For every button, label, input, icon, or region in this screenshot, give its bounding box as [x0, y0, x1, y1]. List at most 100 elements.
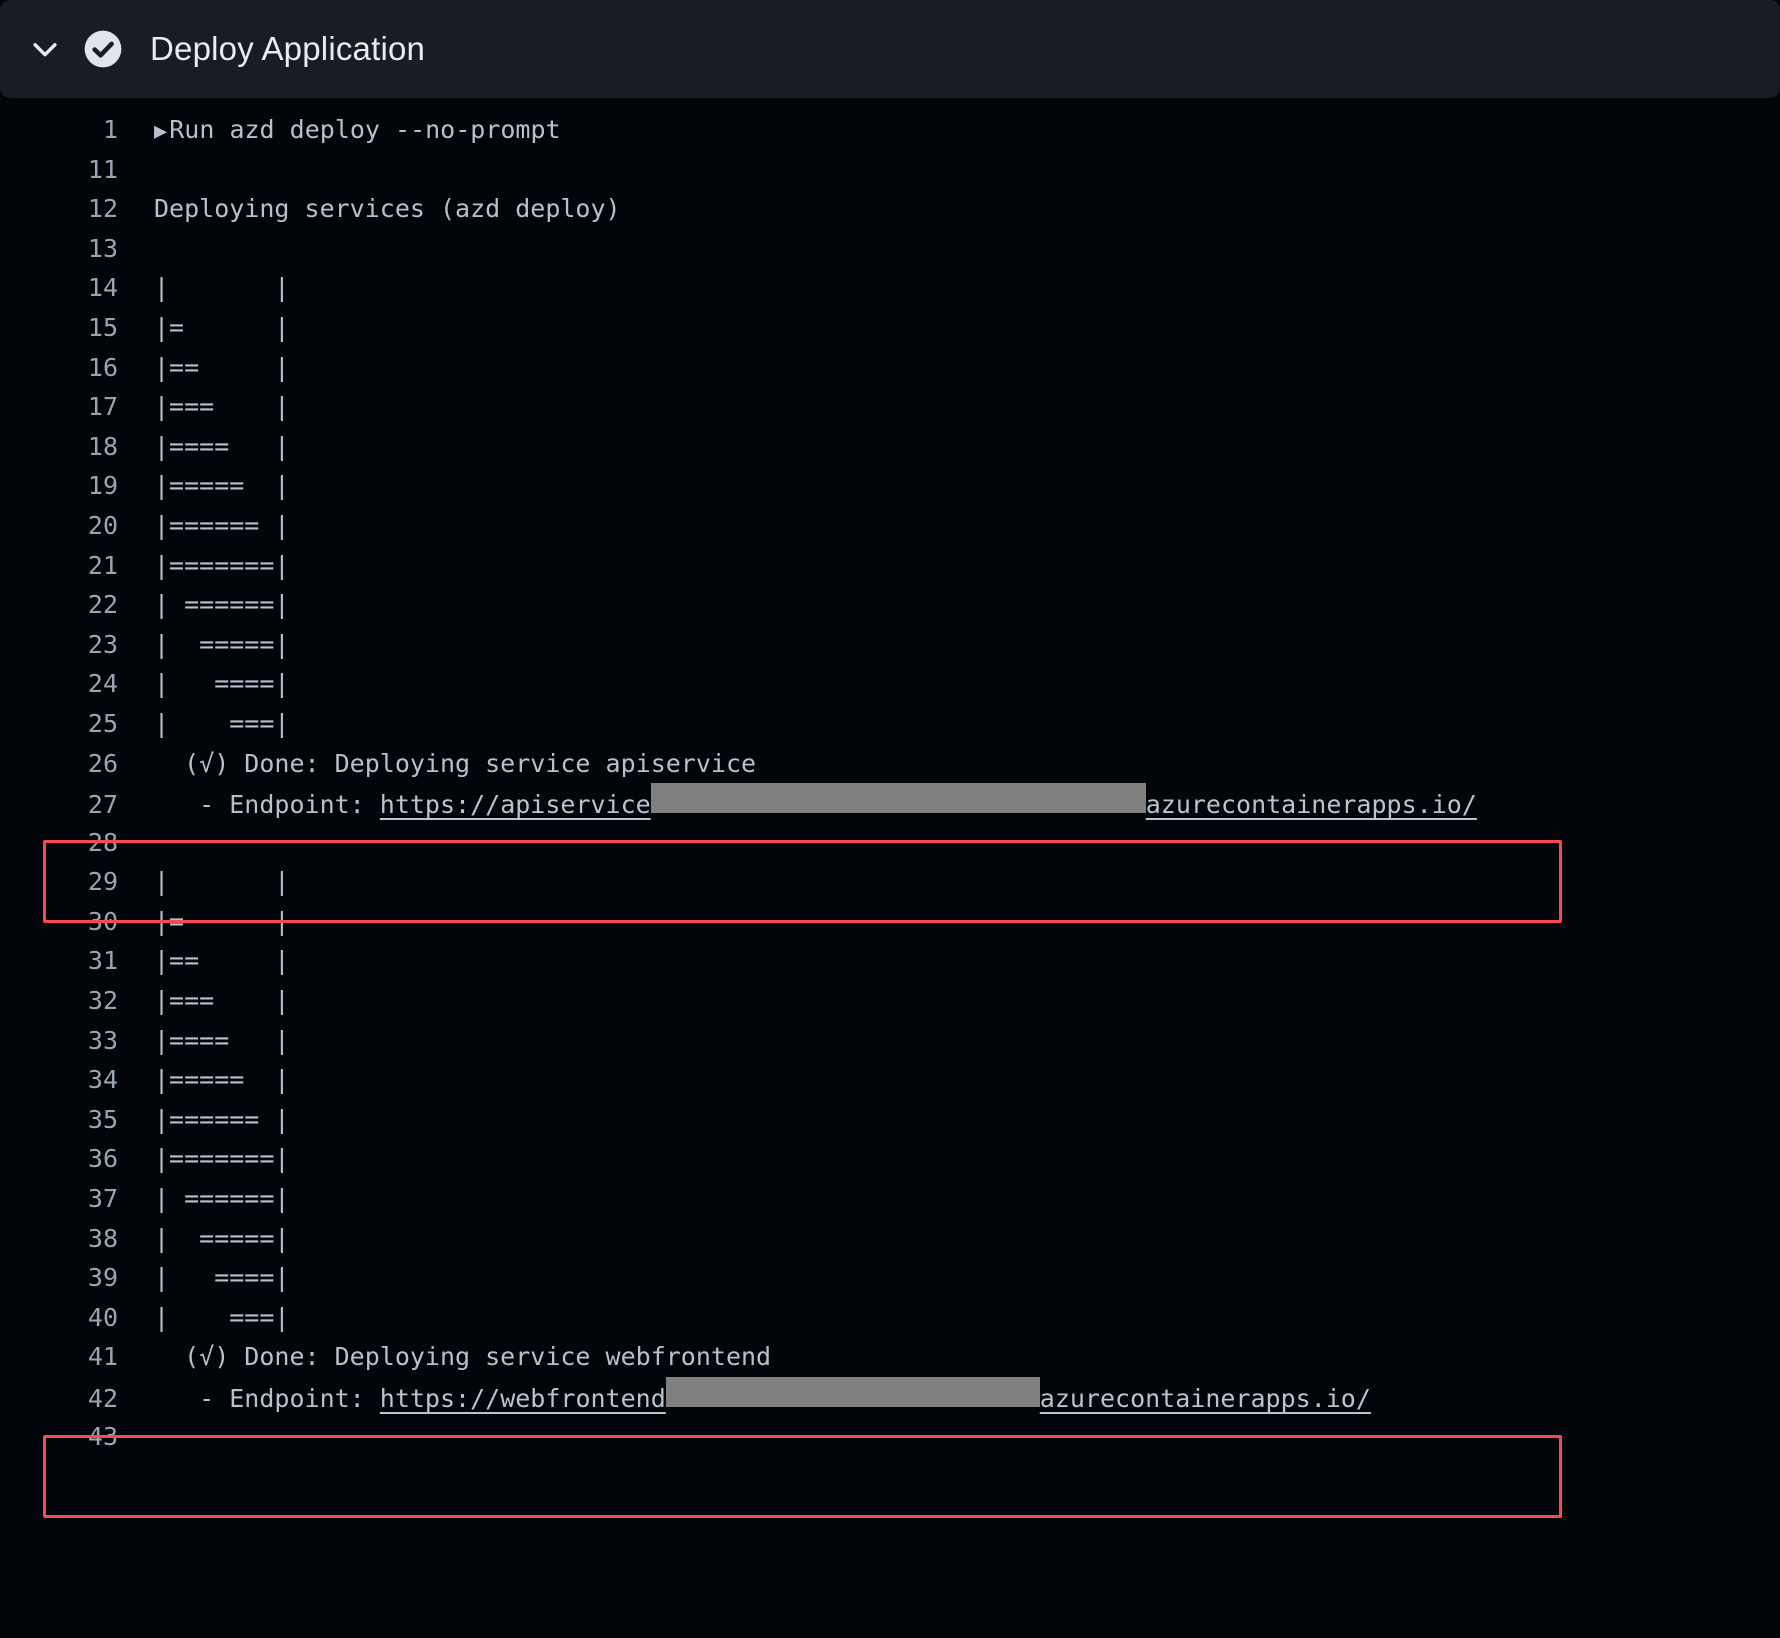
line-number: 14 [87, 273, 118, 303]
deploy-application-header[interactable]: Deploy Application [0, 0, 1780, 98]
log-line: 29 | | [0, 862, 1780, 902]
log-line: 30 |= | [0, 902, 1780, 942]
endpoint-url-tail[interactable]: azurecontainerapps.io/ [1146, 785, 1477, 825]
log-line-content: |== | [154, 946, 290, 976]
log-line: 20 |====== | [0, 506, 1780, 546]
log-line-content: |===== | [154, 1065, 290, 1095]
log-line: 28 [0, 823, 1780, 863]
line-number: 37 [87, 1184, 118, 1214]
log-line: 16 |== | [0, 348, 1780, 388]
log-line-content: |==== | [154, 431, 290, 461]
line-number: 33 [87, 1025, 118, 1055]
log-line-content: |==== | [154, 1025, 290, 1055]
redaction-bar [665, 1377, 1040, 1407]
log-line: 32 |=== | [0, 981, 1780, 1021]
line-number: 31 [87, 946, 118, 976]
log-line: 42 - Endpoint: https://webfrontend azurec… [0, 1377, 1780, 1417]
line-number: 41 [87, 1342, 118, 1372]
log-line: 34 |===== | [0, 1060, 1780, 1100]
line-number: 28 [87, 827, 118, 857]
log-line: 35 |====== | [0, 1100, 1780, 1140]
chevron-down-icon[interactable] [28, 32, 62, 66]
line-number: 16 [87, 352, 118, 382]
redaction-bar [650, 783, 1146, 814]
log-line-content: |====== | [154, 1104, 290, 1134]
line-number: 40 [87, 1302, 118, 1332]
deploy-log-output[interactable]: 1 ▶ Run azd deploy --no-prompt 11 12 Deployin… [0, 98, 1780, 1518]
line-number: 15 [87, 312, 118, 342]
line-number: 42 [87, 1384, 118, 1413]
log-line: 33 |==== | [0, 1021, 1780, 1061]
line-number: 11 [87, 154, 118, 184]
log-line: 1 ▶ Run azd deploy --no-prompt [0, 110, 1780, 150]
log-line: 24 | ====| [0, 664, 1780, 704]
log-line-content: - Endpoint: https://apiservice azureconta… [118, 783, 1477, 825]
log-line: 12 Deploying services (azd deploy) [0, 189, 1780, 229]
line-number: 34 [87, 1065, 118, 1095]
line-number: 26 [87, 748, 118, 778]
line-number: 27 [87, 790, 118, 820]
log-line-content: |== | [154, 352, 290, 382]
log-line-content: | ======| [154, 1184, 290, 1214]
log-line: 43 [0, 1417, 1780, 1457]
line-number: 24 [87, 669, 118, 699]
log-line-content: | ======| [154, 590, 290, 620]
log-line-content: | ===| [154, 708, 290, 738]
line-number: 21 [87, 550, 118, 580]
log-line-content: ▶ Run azd deploy --no-prompt [118, 110, 561, 152]
endpoint-url-head[interactable]: https://webfrontend [380, 1379, 666, 1419]
log-line: 27 - Endpoint: https://apiservice azureco… [0, 783, 1780, 823]
log-line: 22 | ======| [0, 585, 1780, 625]
line-number: 19 [87, 471, 118, 501]
log-line-content: | ===| [154, 1302, 290, 1332]
log-line: 25 | ===| [0, 704, 1780, 744]
log-line: 36 |=======| [0, 1139, 1780, 1179]
log-line: 11 [0, 150, 1780, 190]
line-number: 13 [87, 233, 118, 263]
log-line-content: - Endpoint: https://webfrontend azurecont… [118, 1377, 1371, 1419]
log-line: 15 |= | [0, 308, 1780, 348]
log-line-content: (√) Done: Deploying service apiservice [154, 748, 757, 778]
log-line: 39 | ====| [0, 1258, 1780, 1298]
log-line: 21 |=======| [0, 546, 1780, 586]
log-line-content: |=== | [154, 392, 290, 422]
endpoint-url-head[interactable]: https://apiservice [380, 785, 651, 825]
page-title: Deploy Application [150, 30, 426, 67]
log-line-content: |=======| [154, 1144, 290, 1174]
log-line-content: |=== | [154, 986, 290, 1016]
log-line-content: | =====| [154, 1223, 290, 1253]
line-number: 32 [87, 986, 118, 1016]
line-number: 20 [87, 510, 118, 540]
line-number: 38 [87, 1223, 118, 1253]
log-line: 38 | =====| [0, 1219, 1780, 1259]
run-command-text: Run azd deploy --no-prompt [169, 115, 561, 144]
line-number: 17 [87, 392, 118, 422]
line-number: 1 [102, 115, 118, 144]
log-line: 14 | | [0, 268, 1780, 308]
log-line-content: | ====| [154, 1263, 290, 1293]
line-number: 12 [87, 194, 118, 224]
log-line-content: |===== | [154, 471, 290, 501]
line-number: 25 [87, 708, 118, 738]
log-line: 40 | ===| [0, 1298, 1780, 1338]
line-number: 30 [87, 906, 118, 936]
log-line: 26 (√) Done: Deploying service apiservic… [0, 744, 1780, 784]
play-triangle-icon[interactable]: ▶ [154, 112, 167, 152]
line-number: 43 [87, 1421, 118, 1451]
log-line-content: | | [154, 273, 290, 303]
line-number: 39 [87, 1263, 118, 1293]
line-number: 35 [87, 1104, 118, 1134]
log-line: 23 | =====| [0, 625, 1780, 665]
endpoint-label: - Endpoint: [154, 1384, 380, 1413]
line-number: 18 [87, 431, 118, 461]
log-line: 37 | ======| [0, 1179, 1780, 1219]
check-circle-icon [84, 30, 122, 68]
log-line: 19 |===== | [0, 466, 1780, 506]
log-line-content: | ====| [154, 669, 290, 699]
log-line-content: |=======| [154, 550, 290, 580]
log-line: 18 |==== | [0, 427, 1780, 467]
log-line: 17 |=== | [0, 387, 1780, 427]
line-number: 22 [87, 590, 118, 620]
log-line: 13 [0, 229, 1780, 269]
endpoint-url-tail[interactable]: azurecontainerapps.io/ [1040, 1379, 1371, 1419]
